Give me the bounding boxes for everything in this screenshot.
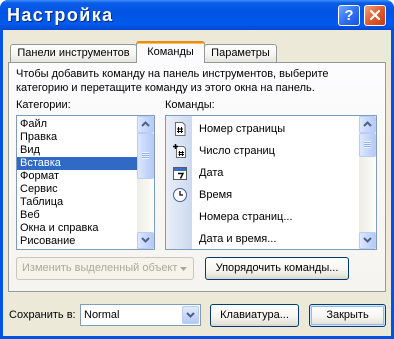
window-title: Настройка xyxy=(7,5,114,25)
save-in-dropdown-button[interactable] xyxy=(182,306,199,324)
save-in-combobox[interactable]: Normal xyxy=(80,304,201,326)
scroll-thumb[interactable] xyxy=(137,133,154,179)
scroll-up-button[interactable] xyxy=(359,116,376,133)
modify-selection-label: Изменить выделенный объект xyxy=(22,262,178,274)
instructions-line: категорию и перетащите команду из этого … xyxy=(16,82,315,94)
scroll-thumb[interactable] xyxy=(359,133,376,157)
save-in-label: Сохранить в: xyxy=(9,309,76,321)
calendar-icon xyxy=(173,167,187,180)
arrow-up-icon xyxy=(363,121,372,127)
categories-listbox[interactable]: Файл Правка Вид Вставка Формат Сервис Та… xyxy=(16,115,155,250)
instructions-text: Чтобы добавить команду на панель инструм… xyxy=(16,67,329,95)
category-item-insert[interactable]: Вставка xyxy=(17,157,137,170)
page-number-icon xyxy=(175,122,186,136)
command-item-time[interactable]: Время xyxy=(166,184,359,206)
dropdown-arrow-icon xyxy=(180,267,187,271)
grip-icon xyxy=(142,152,149,159)
close-button[interactable]: Закрыть xyxy=(309,304,386,327)
arrow-down-icon xyxy=(363,237,372,243)
scroll-up-button[interactable] xyxy=(137,116,154,133)
rearrange-commands-button[interactable]: Упорядочить команды... xyxy=(205,257,349,280)
help-button[interactable]: ? xyxy=(338,5,360,26)
customize-dialog: Настройка ? Панели инструментов Команды … xyxy=(0,0,394,339)
command-label: Дата xyxy=(199,167,224,179)
clock-icon xyxy=(173,188,187,202)
save-in-value: Normal xyxy=(84,309,120,321)
category-item-edit[interactable]: Правка xyxy=(17,131,137,144)
chevron-down-icon xyxy=(186,312,195,318)
title-close-button[interactable] xyxy=(364,5,386,26)
command-label: Время xyxy=(199,189,233,201)
tab-options[interactable]: Параметры xyxy=(204,44,277,62)
command-item-number-of-pages[interactable]: Число страниц xyxy=(166,140,359,162)
commands-label: Команды: xyxy=(165,99,215,111)
command-item-page-numbers[interactable]: Номера страниц... xyxy=(166,206,359,228)
command-label: Номера страниц... xyxy=(199,211,293,223)
category-item-tools[interactable]: Сервис xyxy=(17,183,137,196)
categories-scrollbar[interactable] xyxy=(137,116,154,249)
command-label: Дата и время... xyxy=(199,233,277,245)
tab-toolbars[interactable]: Панели инструментов xyxy=(10,44,137,62)
category-item-drawing[interactable]: Рисование xyxy=(17,235,137,248)
category-item-file[interactable]: Файл xyxy=(17,118,137,131)
command-label: Число страниц xyxy=(199,145,275,157)
title-bar[interactable]: Настройка ? xyxy=(0,0,394,30)
categories-label: Категории: xyxy=(16,99,71,111)
category-item-view[interactable]: Вид xyxy=(17,144,137,157)
command-item-date[interactable]: Дата xyxy=(166,162,359,184)
category-item-web[interactable]: Веб xyxy=(17,209,137,222)
close-icon xyxy=(369,9,381,21)
command-item-date-and-time[interactable]: Дата и время... xyxy=(166,228,359,249)
category-item-format[interactable]: Формат xyxy=(17,170,137,183)
scroll-down-button[interactable] xyxy=(359,232,376,249)
keyboard-button[interactable]: Клавиатура... xyxy=(210,304,299,327)
commands-scrollbar[interactable] xyxy=(359,116,376,249)
grip-icon xyxy=(364,141,371,148)
tab-commands[interactable]: Команды xyxy=(136,41,205,63)
modify-selection-button[interactable]: Изменить выделенный объект xyxy=(16,257,194,280)
scroll-down-button[interactable] xyxy=(137,232,154,249)
page-count-icon xyxy=(173,144,186,158)
command-item-page-number[interactable]: Номер страницы xyxy=(166,118,359,140)
commands-listbox[interactable]: Номер страницы Число страниц Дата Время … xyxy=(165,115,377,250)
command-label: Номер страницы xyxy=(199,123,286,135)
instructions-line: Чтобы добавить команду на панель инструм… xyxy=(16,68,329,80)
arrow-down-icon xyxy=(141,237,150,243)
category-item-table[interactable]: Таблица xyxy=(17,196,137,209)
category-item-window-and-help[interactable]: Окна и справка xyxy=(17,222,137,235)
arrow-up-icon xyxy=(141,121,150,127)
